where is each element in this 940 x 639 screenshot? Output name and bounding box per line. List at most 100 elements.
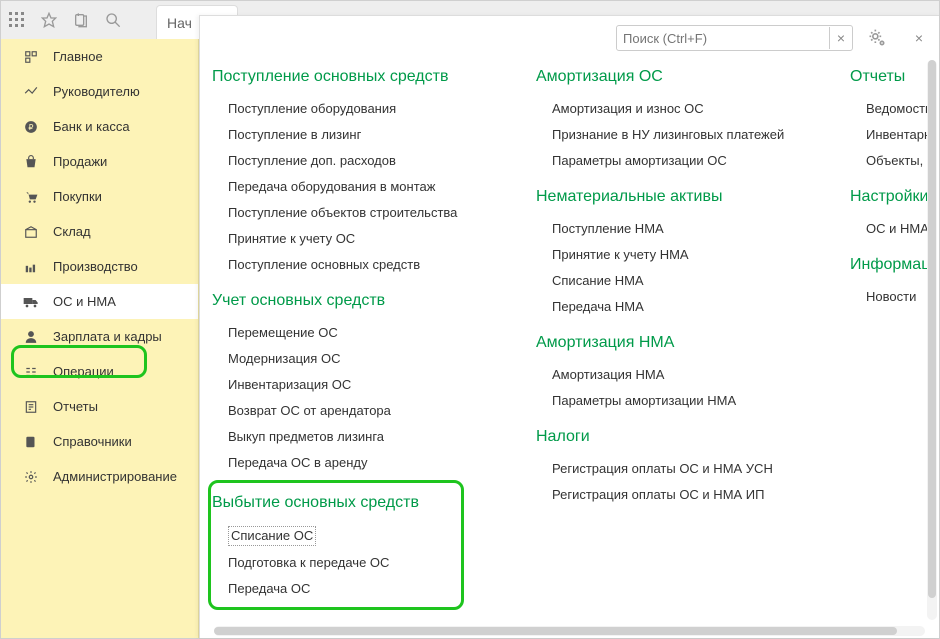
- person-icon: [23, 329, 39, 345]
- sidebar-item-label: Справочники: [53, 434, 132, 449]
- group-title: Поступление основных средств: [212, 68, 500, 86]
- scrollbar-vertical[interactable]: [927, 60, 937, 620]
- link-item[interactable]: Возврат ОС от арендатора: [212, 398, 500, 424]
- sidebar-item-reports[interactable]: Отчеты: [1, 389, 198, 424]
- link-item[interactable]: Поступление доп. расходов: [212, 148, 500, 174]
- panel-toolbar: × ×: [200, 16, 939, 54]
- box-icon: [23, 224, 39, 240]
- cart-icon: [23, 189, 39, 205]
- link-item[interactable]: Передача ОС в аренду: [212, 450, 500, 476]
- scrollbar-horizontal[interactable]: [214, 626, 925, 636]
- sidebar-item-main[interactable]: Главное: [1, 39, 198, 74]
- search-input[interactable]: [617, 27, 829, 49]
- panel-body: Поступление основных средств Поступление…: [200, 60, 927, 624]
- sidebar-item-label: ОС и НМА: [53, 294, 116, 309]
- chart-icon: [23, 84, 39, 100]
- link-item[interactable]: Передача оборудования в монтаж: [212, 174, 500, 200]
- group-title: Нематериальные активы: [536, 188, 814, 206]
- link-spisanie-os[interactable]: Списание ОС: [212, 522, 500, 550]
- link-item[interactable]: Модернизация ОС: [212, 346, 500, 372]
- sidebar-item-label: Продажи: [53, 154, 107, 169]
- link-item[interactable]: Признание в НУ лизинговых платежей: [536, 122, 814, 148]
- bag-icon: [23, 154, 39, 170]
- link-item[interactable]: Поступление оборудования: [212, 96, 500, 122]
- group-title: Учет основных средств: [212, 292, 500, 310]
- group-title: Настройки: [850, 188, 927, 206]
- report-icon: [23, 399, 39, 415]
- sidebar-item-label: Зарплата и кадры: [53, 329, 162, 344]
- function-panel: × × Поступление основных средств Поступл…: [199, 15, 939, 638]
- book-icon: [23, 434, 39, 450]
- group-title: Амортизация ОС: [536, 68, 814, 86]
- sidebar-item-label: Операции: [53, 364, 114, 379]
- link-item[interactable]: Инвентарная к: [850, 122, 927, 148]
- apps-icon[interactable]: [7, 10, 27, 30]
- link-item[interactable]: Амортизация НМА: [536, 362, 814, 388]
- group-title: Амортизация НМА: [536, 334, 814, 352]
- group-title: Отчеты: [850, 68, 927, 86]
- sidebar-item-sales[interactable]: Продажи: [1, 144, 198, 179]
- home-icon: [23, 49, 39, 65]
- sidebar-item-admin[interactable]: Администрирование: [1, 459, 198, 494]
- factory-icon: [23, 259, 39, 275]
- sidebar-item-warehouse[interactable]: Склад: [1, 214, 198, 249]
- link-item[interactable]: Параметры амортизации НМА: [536, 388, 814, 414]
- column-1: Поступление основных средств Поступление…: [212, 60, 500, 612]
- operations-icon: [23, 364, 39, 380]
- link-item[interactable]: Ведомость ам: [850, 96, 927, 122]
- link-item[interactable]: Поступление НМА: [536, 216, 814, 242]
- ruble-icon: ₽: [23, 119, 39, 135]
- search-box: ×: [616, 25, 853, 51]
- sidebar-item-label: Банк и касса: [53, 119, 130, 134]
- link-item[interactable]: Выкуп предметов лизинга: [212, 424, 500, 450]
- link-item[interactable]: Подготовка к передаче ОС: [212, 550, 500, 576]
- link-item[interactable]: Списание НМА: [536, 268, 814, 294]
- link-item[interactable]: Амортизация и износ ОС: [536, 96, 814, 122]
- sidebar-item-production[interactable]: Производство: [1, 249, 198, 284]
- sidebar: Главное Руководителю ₽ Банк и касса Прода…: [1, 39, 199, 638]
- link-item[interactable]: Передача НМА: [536, 294, 814, 320]
- sidebar-item-manager[interactable]: Руководителю: [1, 74, 198, 109]
- column-3: Отчеты Ведомость ам Инвентарная к Объект…: [850, 60, 927, 612]
- sidebar-item-os-nma[interactable]: ОС и НМА: [1, 284, 198, 319]
- sidebar-item-label: Главное: [53, 49, 103, 64]
- history-icon[interactable]: [71, 10, 91, 30]
- sidebar-item-label: Отчеты: [53, 399, 98, 414]
- sidebar-item-label: Покупки: [53, 189, 102, 204]
- settings-gear-icon[interactable]: [865, 26, 889, 50]
- sidebar-item-label: Администрирование: [53, 469, 177, 484]
- sidebar-item-bank[interactable]: ₽ Банк и касса: [1, 109, 198, 144]
- sidebar-item-label: Склад: [53, 224, 91, 239]
- link-item[interactable]: Регистрация оплаты ОС и НМА ИП: [536, 482, 814, 508]
- group-title: Информация: [850, 256, 927, 274]
- group-title: Выбытие основных средств: [212, 494, 500, 512]
- search-icon[interactable]: [103, 10, 123, 30]
- link-item[interactable]: Перемещение ОС: [212, 320, 500, 346]
- link-item[interactable]: ОС и НМА: [850, 216, 927, 242]
- svg-text:₽: ₽: [28, 122, 33, 131]
- gear-icon: [23, 469, 39, 485]
- sidebar-item-operations[interactable]: Операции: [1, 354, 198, 389]
- link-item[interactable]: Параметры амортизации ОС: [536, 148, 814, 174]
- column-2: Амортизация ОС Амортизация и износ ОС Пр…: [536, 60, 814, 612]
- sidebar-item-catalogs[interactable]: Справочники: [1, 424, 198, 459]
- sidebar-item-label: Производство: [53, 259, 138, 274]
- sidebar-item-label: Руководителю: [53, 84, 140, 99]
- link-item[interactable]: Регистрация оплаты ОС и НМА УСН: [536, 456, 814, 482]
- link-item[interactable]: Передача ОС: [212, 576, 500, 602]
- close-panel-button[interactable]: ×: [909, 28, 929, 48]
- link-item[interactable]: Инвентаризация ОС: [212, 372, 500, 398]
- star-icon[interactable]: [39, 10, 59, 30]
- link-item[interactable]: Принятие к учету НМА: [536, 242, 814, 268]
- link-item[interactable]: Поступление объектов строительства: [212, 200, 500, 226]
- sidebar-item-salary[interactable]: Зарплата и кадры: [1, 319, 198, 354]
- link-item[interactable]: Поступление в лизинг: [212, 122, 500, 148]
- link-item[interactable]: Принятие к учету ОС: [212, 226, 500, 252]
- group-title: Налоги: [536, 428, 814, 446]
- link-item[interactable]: Объекты, пере: [850, 148, 927, 174]
- link-item[interactable]: Поступление основных средств: [212, 252, 500, 278]
- clear-search-button[interactable]: ×: [829, 27, 852, 49]
- truck-icon: [23, 294, 39, 310]
- link-item[interactable]: Новости: [850, 284, 927, 310]
- sidebar-item-purchases[interactable]: Покупки: [1, 179, 198, 214]
